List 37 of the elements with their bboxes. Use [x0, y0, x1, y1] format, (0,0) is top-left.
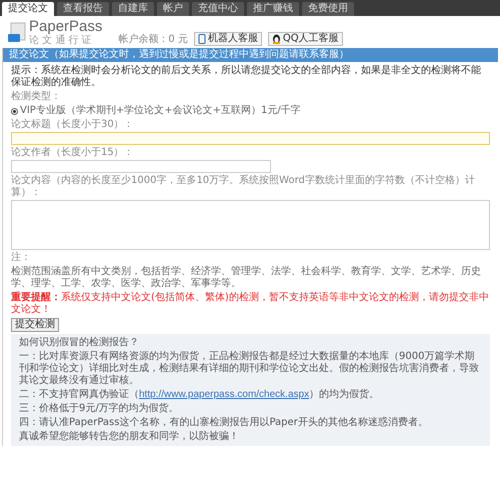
- nav-tab[interactable]: 帐户: [157, 2, 189, 16]
- author-input[interactable]: [11, 160, 271, 173]
- field-label: 论文作者（长度小于15）：: [11, 147, 135, 159]
- info-title: 如何识别假冒的检测报告？: [19, 337, 140, 349]
- title-input[interactable]: [11, 132, 490, 145]
- nav-tab[interactable]: 免费使用: [302, 2, 354, 16]
- verify-link[interactable]: http://www.paperpass.com/check.aspx: [139, 389, 310, 400]
- support-button[interactable]: QQ人工客服: [268, 32, 343, 46]
- check-type-option[interactable]: VIP专业版（学术期刊+学位论文+会议论文+互联网）1元/千字: [11, 105, 490, 117]
- field-label: 论文内容（内容的长度至少1000字，至多10万字。系统按照Word字数统计里面的字符数（不计空格）计算）：: [11, 175, 476, 199]
- support-button[interactable]: 机器人客服: [194, 32, 262, 46]
- nav-tab[interactable]: 查看报告: [57, 2, 109, 16]
- check-type-label: 检测类型：: [11, 91, 62, 103]
- submit-button[interactable]: 提交检测: [11, 318, 59, 332]
- note-text: 检测范围涵盖所有中文类别，包括哲学、经济学、管理学、法学、社会科学、教育学、文学、艺术学、历史学、理学、工学、农学、医学、政治学、军事学等。: [11, 266, 482, 290]
- logo-subtitle: 论 文 通 行 证: [29, 35, 93, 46]
- nav-tab[interactable]: 自建库: [112, 2, 154, 16]
- penguin-icon: [272, 34, 281, 44]
- nav-tab[interactable]: 提交论文: [2, 2, 54, 16]
- phone-icon: [198, 34, 206, 44]
- logo-icon: [8, 22, 26, 44]
- nav-tab[interactable]: 充值中心: [192, 2, 244, 16]
- note-label: 注：: [11, 252, 32, 264]
- info-text: 四：请认准PaperPass这个名称，有的山寨检测报告用以Paper开头的其他名称迷惑消费者。: [19, 417, 429, 429]
- info-text: 真诚希望您能够转告您的朋友和同学，以防被骗！: [19, 431, 240, 443]
- field-label: 论文标题（长度小于30）：: [11, 119, 135, 131]
- hint-text: 提示：系统在检测时会分析论文的前后文关系，所以请您提交论文的全部内容，如果是非全文的检测将不能保证检测的准确性。: [11, 65, 482, 89]
- logo-text: PaperPass: [29, 19, 102, 35]
- info-text: 三：价格低于9元/万字的均为假货。: [19, 403, 180, 415]
- nav-tab[interactable]: 推广赚钱: [247, 2, 299, 16]
- info-text: 一：比对库资源只有网络资源的均为假货，正品检测报告都是经过大数据量的本地库（9000万篇学术期刊和学位论文）详细比对生成，检测结果有详细的期刊和学位论文出处。假的检测报告坑害消费者，导致其论文最终没有通过审核。: [19, 351, 480, 387]
- account-balance: 帐户余额：0 元: [118, 34, 188, 46]
- warning-text: 重要提醒：系统仅支持中文论文(包括简体、繁体)的检测，暂不支持英语等非中文论文的检测，请勿提交非中文论文！: [11, 292, 490, 316]
- section-title-bar: 提交论文（如果提交论文时，遇到过慢或是提交过程中遇到问题请联系客服）: [3, 48, 498, 62]
- radio-button[interactable]: [11, 108, 18, 114]
- content-textarea[interactable]: [11, 200, 490, 250]
- info-text: 二：不支持官网真伪验证（http://www.paperpass.com/check.aspx）的均为假货。: [19, 389, 380, 401]
